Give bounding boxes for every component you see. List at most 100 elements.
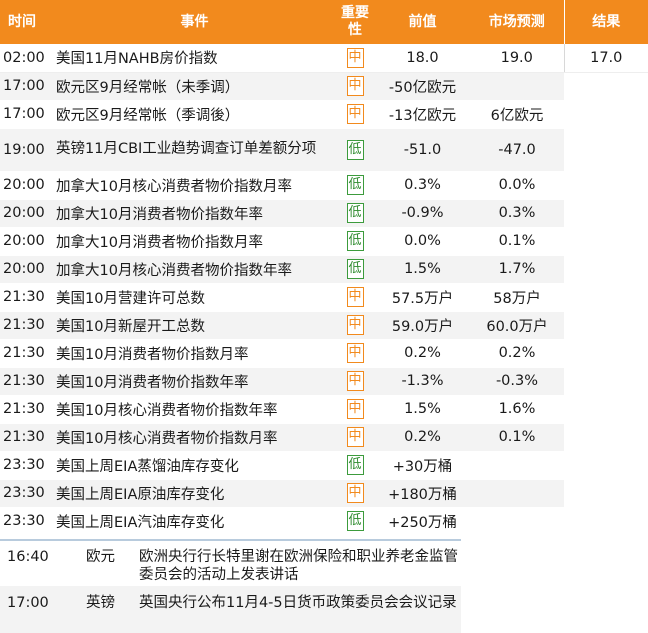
previous-cell: +250万桶	[375, 507, 470, 536]
result-cell	[564, 451, 648, 480]
table-row: 21:30 美国10月核心消费者物价指数月率中 0.2% 0.1%	[0, 423, 648, 452]
previous-cell: 59.0万户	[375, 311, 470, 340]
event-cell: 加拿大10月核心消费者物价指数年率	[54, 255, 335, 284]
importance-badge: 低	[346, 139, 364, 160]
time-cell: 23:30	[0, 451, 54, 480]
time-cell: 17:00	[0, 72, 54, 101]
time-cell: 21:30	[0, 395, 54, 424]
time-cell: 23:30	[0, 479, 54, 508]
result-cell	[564, 507, 648, 536]
result-cell	[564, 199, 648, 228]
event-cell: 美国上周EIA原油库存变化	[54, 479, 335, 508]
header-importance: 重要 性	[335, 0, 375, 44]
forecast-cell: 0.3%	[470, 199, 564, 228]
importance-cell: 中	[335, 44, 375, 73]
header-event: 事件	[54, 0, 335, 44]
result-cell	[564, 283, 648, 312]
importance-badge: 中	[346, 104, 364, 124]
importance-cell: 低	[335, 451, 375, 480]
table-row: 17:00 欧元区9月经常帐（未季调） 中 -50亿欧元	[0, 72, 648, 101]
event-country: 英镑	[86, 586, 139, 633]
importance-cell: 低	[335, 255, 375, 284]
header-importance-label: 重要 性	[341, 5, 369, 38]
result-cell: 17.0	[563, 44, 648, 73]
event-cell: 美国10月消费者物价指数月率	[54, 339, 335, 368]
table-row: 21:30 美国10月营建许可总数中 57.5万户 58万户	[0, 283, 648, 312]
previous-cell: -0.9%	[375, 199, 470, 228]
importance-cell: 低	[335, 507, 375, 536]
event-cell: 美国10月核心消费者物价指数月率	[54, 423, 335, 452]
event-country: 欧元	[86, 539, 139, 586]
event-row: 16:40 欧元 欧洲央行行长特里谢在欧洲保险和职业养老金监管委员会的活动上发表讲话	[0, 539, 461, 586]
economic-calendar-table: 时间 事件 重要 性 前值 市场预测 结果 02:00 美国11月NAHB房价指数…	[0, 0, 648, 536]
time-cell: 20:00	[0, 199, 54, 228]
header-previous: 前值	[375, 0, 470, 44]
forecast-cell: 1.6%	[470, 395, 564, 424]
time-cell: 23:30	[0, 507, 54, 536]
previous-cell: 0.0%	[375, 227, 470, 256]
event-cell: 加拿大10月消费者物价指数月率	[54, 227, 335, 256]
time-cell: 21:30	[0, 311, 54, 340]
forecast-cell	[470, 72, 564, 101]
previous-cell: 57.5万户	[375, 283, 470, 312]
importance-cell: 中	[335, 339, 375, 368]
table-row: 23:30 美国上周EIA原油库存变化中 +180万桶	[0, 479, 648, 508]
importance-badge: 低	[346, 203, 364, 223]
importance-badge: 低	[346, 455, 364, 475]
previous-cell: 18.0	[375, 44, 470, 73]
importance-badge: 中	[346, 371, 364, 391]
event-cell: 欧元区9月经常帐（未季调）	[54, 72, 335, 101]
result-cell	[564, 72, 648, 101]
importance-cell: 中	[335, 283, 375, 312]
importance-badge: 中	[346, 315, 364, 335]
table-row: 02:00 美国11月NAHB房价指数中 18.0 19.0 17.0	[0, 44, 648, 73]
result-cell	[564, 311, 648, 340]
importance-cell: 低	[335, 199, 375, 228]
table-row: 21:30 美国10月消费者物价指数月率中 0.2% 0.2%	[0, 339, 648, 368]
event-row: 17:00 英镑 英国央行公布11月4-5日货币政策委员会会议记录	[0, 586, 461, 633]
previous-cell: +30万桶	[375, 451, 470, 480]
previous-cell: -51.0	[375, 128, 470, 172]
financial-events-table: 16:40 欧元 欧洲央行行长特里谢在欧洲保险和职业养老金监管委员会的活动上发表讲话…	[0, 539, 461, 633]
previous-cell: 1.5%	[375, 255, 470, 284]
event-cell: 美国10月消费者物价指数年率	[54, 367, 335, 396]
importance-badge: 中	[346, 427, 364, 447]
importance-cell: 中	[335, 423, 375, 452]
forecast-cell: 0.1%	[470, 423, 564, 452]
table-header-row: 时间 事件 重要 性 前值 市场预测 结果	[0, 0, 648, 44]
event-cell: 美国10月核心消费者物价指数年率	[54, 395, 335, 424]
result-cell	[564, 479, 648, 508]
importance-cell: 低	[335, 227, 375, 256]
table-row: 21:30 美国10月核心消费者物价指数年率中 1.5% 1.6%	[0, 395, 648, 424]
result-cell	[564, 255, 648, 284]
forecast-cell: 6亿欧元	[470, 100, 564, 129]
importance-badge: 中	[346, 287, 364, 307]
importance-cell: 中	[335, 479, 375, 508]
time-cell: 21:30	[0, 423, 54, 452]
forecast-cell: 0.1%	[470, 227, 564, 256]
previous-cell: -1.3%	[375, 367, 470, 396]
importance-badge: 中	[346, 343, 364, 363]
result-cell	[564, 171, 648, 200]
previous-cell: 0.2%	[375, 339, 470, 368]
previous-cell: 0.3%	[375, 171, 470, 200]
time-cell: 20:00	[0, 171, 54, 200]
table-row: 20:00 加拿大10月消费者物价指数月率低 0.0% 0.1%	[0, 227, 648, 256]
event-cell: 美国上周EIA汽油库存变化	[54, 507, 335, 536]
event-cell: 英镑11月CBI工业趋势调查订单差额分项	[54, 128, 335, 172]
forecast-cell: 0.0%	[470, 171, 564, 200]
table-row: 21:30 美国10月新屋开工总数中 59.0万户 60.0万户	[0, 311, 648, 340]
result-cell	[564, 395, 648, 424]
event-cell: 加拿大10月消费者物价指数年率	[54, 199, 335, 228]
result-cell	[564, 227, 648, 256]
importance-cell: 中	[335, 311, 375, 340]
event-text: 英国央行公布11月4-5日货币政策委员会会议记录	[139, 586, 461, 633]
time-cell: 21:30	[0, 367, 54, 396]
result-cell	[564, 128, 648, 172]
event-cell: 欧元区9月经常帐（季调後）	[54, 100, 335, 129]
header-forecast: 市场预测	[470, 0, 564, 44]
event-text: 欧洲央行行长特里谢在欧洲保险和职业养老金监管委员会的活动上发表讲话	[139, 539, 461, 586]
importance-cell: 中	[335, 367, 375, 396]
table-row: 21:30 美国10月消费者物价指数年率中 -1.3% -0.3%	[0, 367, 648, 396]
forecast-cell	[470, 451, 564, 480]
